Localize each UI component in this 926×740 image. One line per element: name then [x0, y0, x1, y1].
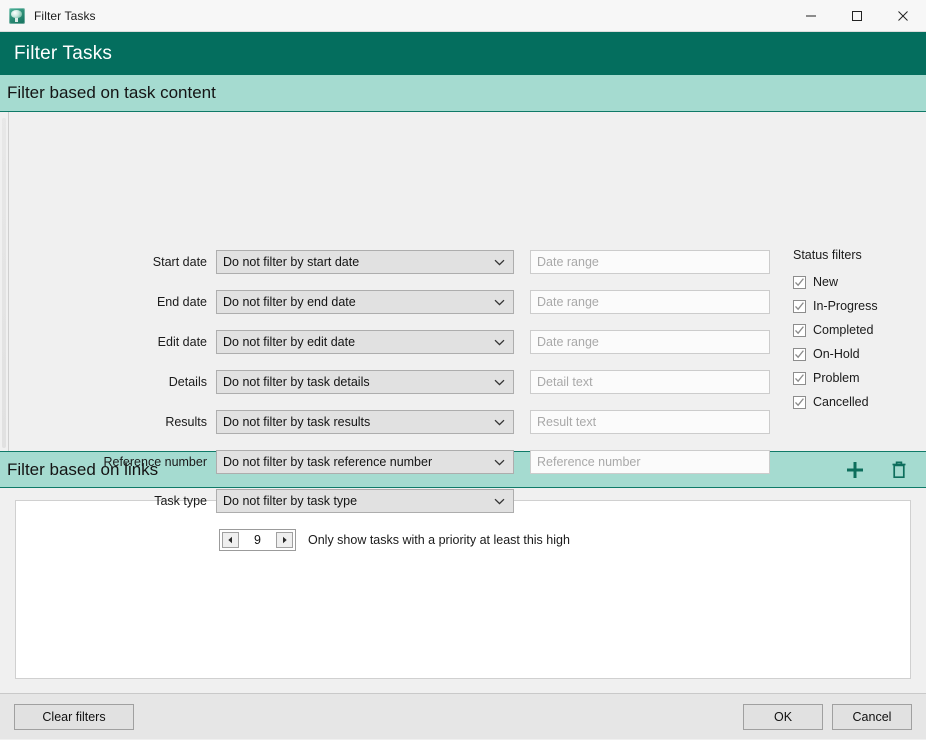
input-reference-number[interactable]: Reference number [530, 450, 770, 474]
links-toolbar [842, 457, 912, 483]
chevron-down-icon [494, 335, 505, 349]
status-filter-completed[interactable]: Completed [793, 318, 878, 342]
maximize-button[interactable] [834, 0, 880, 31]
ok-button[interactable]: OK [743, 704, 823, 730]
task-content-filter-pane: Start date Do not filter by start date D… [0, 112, 926, 451]
status-filters-group: Status filters New In-Progress Completed [793, 248, 878, 414]
chevron-down-icon [494, 415, 505, 429]
status-filter-completed-label: Completed [813, 323, 873, 337]
priority-decrement-button[interactable] [222, 532, 239, 548]
combo-start-date-value: Do not filter by start date [223, 255, 359, 269]
label-details: Details [86, 375, 216, 389]
combo-results-value: Do not filter by task results [223, 415, 370, 429]
label-start-date: Start date [86, 255, 216, 269]
status-filter-cancelled[interactable]: Cancelled [793, 390, 878, 414]
left-scrollbar-thumb[interactable] [2, 118, 6, 448]
input-edit-date-range[interactable]: Date range [530, 330, 770, 354]
status-filter-problem[interactable]: Problem [793, 366, 878, 390]
priority-value[interactable]: 9 [239, 532, 276, 548]
checkbox-completed[interactable] [793, 324, 806, 337]
field-row-task-type: Task type Do not filter by task type [86, 489, 514, 513]
status-filter-in-progress-label: In-Progress [813, 299, 878, 313]
field-row-reference-number: Reference number Do not filter by task r… [86, 450, 770, 474]
status-filter-on-hold-label: On-Hold [813, 347, 860, 361]
combo-details[interactable]: Do not filter by task details [216, 370, 514, 394]
label-task-type: Task type [86, 494, 216, 508]
minimize-button[interactable] [788, 0, 834, 31]
combo-end-date[interactable]: Do not filter by end date [216, 290, 514, 314]
status-filter-on-hold[interactable]: On-Hold [793, 342, 878, 366]
page-header: Filter Tasks [0, 32, 926, 75]
title-bar: Filter Tasks [0, 0, 926, 32]
priority-increment-button[interactable] [276, 532, 293, 548]
field-row-results: Results Do not filter by task results Re… [86, 410, 770, 434]
cancel-button[interactable]: Cancel [832, 704, 912, 730]
input-start-date-range[interactable]: Date range [530, 250, 770, 274]
status-filter-problem-label: Problem [813, 371, 860, 385]
priority-note: Only show tasks with a priority at least… [308, 533, 570, 547]
input-result-text[interactable]: Result text [530, 410, 770, 434]
combo-task-type[interactable]: Do not filter by task type [216, 489, 514, 513]
chevron-down-icon [494, 455, 505, 469]
combo-results[interactable]: Do not filter by task results [216, 410, 514, 434]
plus-icon [844, 459, 866, 481]
combo-reference-number-value: Do not filter by task reference number [223, 455, 432, 469]
field-row-end-date: End date Do not filter by end date Date … [86, 290, 770, 314]
combo-details-value: Do not filter by task details [223, 375, 370, 389]
combo-task-type-value: Do not filter by task type [223, 494, 357, 508]
close-button[interactable] [880, 0, 926, 31]
combo-edit-date-value: Do not filter by edit date [223, 335, 355, 349]
status-filters-title: Status filters [793, 248, 878, 262]
title-bar-left: Filter Tasks [0, 8, 96, 24]
checkbox-problem[interactable] [793, 372, 806, 385]
label-edit-date: Edit date [86, 335, 216, 349]
field-row-start-date: Start date Do not filter by start date D… [86, 250, 770, 274]
status-filter-in-progress[interactable]: In-Progress [793, 294, 878, 318]
input-end-date-range[interactable]: Date range [530, 290, 770, 314]
window-controls [788, 0, 926, 31]
checkbox-in-progress[interactable] [793, 300, 806, 313]
status-filter-cancelled-label: Cancelled [813, 395, 869, 409]
checkbox-on-hold[interactable] [793, 348, 806, 361]
trash-icon [889, 459, 909, 481]
label-results: Results [86, 415, 216, 429]
filter-tasks-window: Filter Tasks Filter Tasks Filter based o… [0, 0, 926, 740]
priority-row: 9 Only show tasks with a priority at lea… [219, 529, 570, 551]
add-link-button[interactable] [842, 457, 868, 483]
clear-filters-button[interactable]: Clear filters [14, 704, 134, 730]
combo-reference-number[interactable]: Do not filter by task reference number [216, 450, 514, 474]
page-title: Filter Tasks [14, 43, 112, 65]
status-filter-new[interactable]: New [793, 270, 878, 294]
label-end-date: End date [86, 295, 216, 309]
status-filter-new-label: New [813, 275, 838, 289]
section-header-content-label: Filter based on task content [7, 83, 216, 103]
delete-link-button[interactable] [886, 457, 912, 483]
field-row-edit-date: Edit date Do not filter by edit date Dat… [86, 330, 770, 354]
input-detail-text[interactable]: Detail text [530, 370, 770, 394]
section-header-content: Filter based on task content [0, 75, 926, 112]
combo-end-date-value: Do not filter by end date [223, 295, 356, 309]
combo-start-date[interactable]: Do not filter by start date [216, 250, 514, 274]
links-list[interactable] [15, 500, 911, 679]
left-scrollbar[interactable] [0, 112, 9, 451]
dialog-footer: Clear filters OK Cancel [0, 693, 926, 739]
field-row-details: Details Do not filter by task details De… [86, 370, 770, 394]
priority-stepper[interactable]: 9 [219, 529, 296, 551]
combo-edit-date[interactable]: Do not filter by edit date [216, 330, 514, 354]
chevron-down-icon [494, 295, 505, 309]
links-list-pane [0, 488, 926, 693]
footer-actions: OK Cancel [743, 704, 912, 730]
checkbox-cancelled[interactable] [793, 396, 806, 409]
chevron-down-icon [494, 375, 505, 389]
label-reference-number: Reference number [86, 455, 216, 469]
chevron-down-icon [494, 255, 505, 269]
window-title: Filter Tasks [34, 9, 96, 23]
checkbox-new[interactable] [793, 276, 806, 289]
tree-icon [9, 8, 25, 24]
chevron-down-icon [494, 494, 505, 508]
